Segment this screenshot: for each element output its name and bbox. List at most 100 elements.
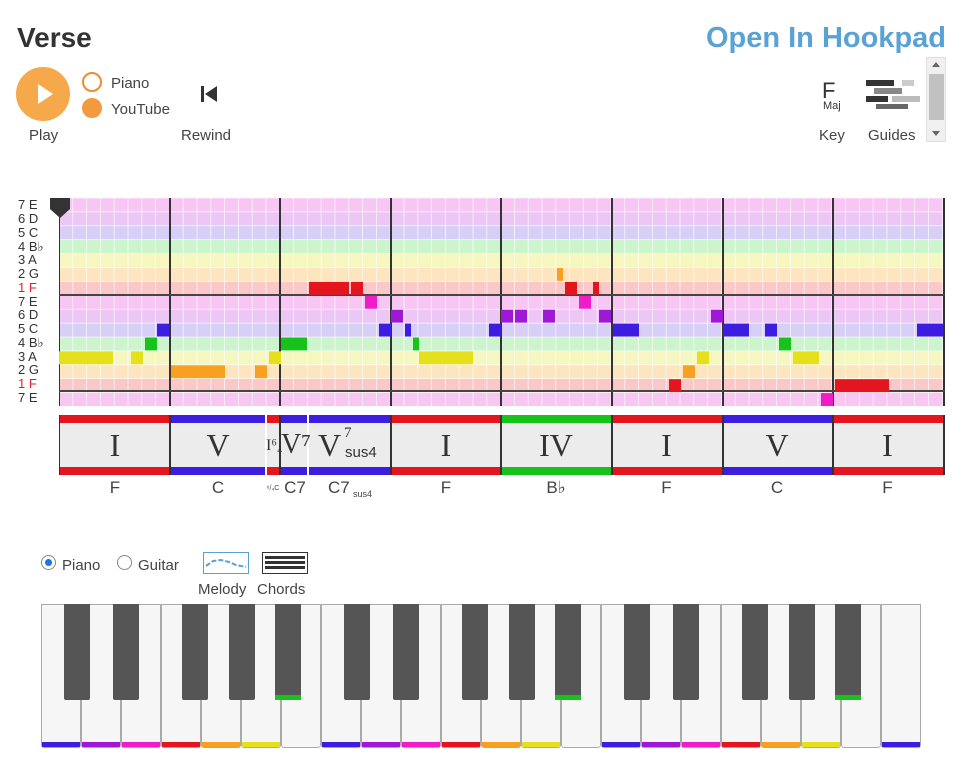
chord-name-sub: sus4 bbox=[353, 489, 373, 499]
chord-roman[interactable]: V bbox=[170, 427, 266, 464]
black-key[interactable] bbox=[344, 604, 370, 700]
measure-line bbox=[169, 198, 171, 406]
key-degree-strip bbox=[522, 742, 560, 747]
rewind-icon[interactable] bbox=[201, 85, 219, 103]
melody-note[interactable] bbox=[413, 337, 419, 351]
chord-color-bar bbox=[266, 415, 280, 423]
piano-roll[interactable] bbox=[58, 197, 945, 407]
melody-note[interactable] bbox=[557, 268, 563, 281]
row-label: 7 E bbox=[18, 390, 38, 405]
chord-roman[interactable]: I bbox=[611, 427, 722, 464]
melody-view-icon[interactable] bbox=[203, 552, 249, 574]
black-key[interactable] bbox=[789, 604, 815, 700]
black-key[interactable] bbox=[182, 604, 208, 700]
measure-line bbox=[500, 198, 502, 406]
melody-note[interactable] bbox=[779, 337, 791, 351]
melody-note[interactable] bbox=[281, 337, 307, 351]
black-key[interactable] bbox=[229, 604, 255, 700]
melody-note[interactable] bbox=[821, 393, 833, 406]
rewind-label: Rewind bbox=[181, 127, 232, 144]
row-label: 7 E bbox=[18, 197, 38, 212]
black-key[interactable] bbox=[673, 604, 699, 700]
melody-note[interactable] bbox=[419, 351, 473, 365]
black-key[interactable] bbox=[624, 604, 650, 700]
melody-note[interactable] bbox=[59, 351, 113, 365]
chord-roman[interactable]: I bbox=[391, 427, 501, 464]
melody-note[interactable] bbox=[599, 309, 611, 323]
melody-note[interactable] bbox=[131, 351, 143, 365]
melody-note[interactable] bbox=[171, 365, 225, 379]
chord-color-bar bbox=[59, 415, 170, 423]
melody-note[interactable] bbox=[793, 351, 819, 365]
melody-note[interactable] bbox=[723, 323, 749, 337]
black-key[interactable] bbox=[509, 604, 535, 700]
melody-note[interactable] bbox=[579, 295, 591, 309]
key-degree-strip bbox=[242, 742, 280, 747]
key-degree-strip bbox=[442, 742, 480, 747]
melody-note[interactable] bbox=[515, 309, 527, 323]
melody-note[interactable] bbox=[405, 323, 411, 337]
scroll-up-icon[interactable] bbox=[932, 62, 940, 67]
black-key[interactable] bbox=[275, 604, 301, 700]
black-key[interactable] bbox=[64, 604, 90, 700]
chord-roman[interactable]: V bbox=[722, 427, 832, 464]
song-section-title: Verse bbox=[17, 22, 92, 53]
measure-line bbox=[58, 198, 60, 406]
chord-name-c7sus4: C7 sus4 bbox=[328, 478, 372, 499]
melody-note[interactable] bbox=[489, 323, 501, 337]
chord-roman[interactable]: I⁶₄ bbox=[266, 437, 282, 455]
chord-roman[interactable]: I bbox=[832, 427, 943, 464]
melody-note[interactable] bbox=[145, 337, 157, 351]
black-key[interactable] bbox=[555, 604, 581, 700]
melody-note[interactable] bbox=[697, 351, 709, 365]
melody-note[interactable] bbox=[835, 379, 889, 393]
piano-roll-grid[interactable] bbox=[58, 197, 945, 407]
white-key[interactable] bbox=[881, 604, 921, 748]
melody-note[interactable] bbox=[309, 281, 349, 295]
playhead-marker[interactable] bbox=[49, 197, 71, 219]
instrument-guitar-radio[interactable] bbox=[117, 555, 132, 570]
scroll-thumb[interactable] bbox=[929, 74, 944, 120]
melody-note[interactable] bbox=[379, 323, 391, 337]
guides-icon[interactable] bbox=[866, 76, 920, 112]
row-label: 2 G bbox=[18, 266, 39, 281]
melody-note[interactable] bbox=[157, 323, 169, 337]
chord-name: F bbox=[440, 478, 452, 497]
chord-roman[interactable]: IV bbox=[501, 427, 611, 464]
melody-note[interactable] bbox=[543, 309, 555, 323]
black-key[interactable] bbox=[393, 604, 419, 700]
melody-note[interactable] bbox=[669, 379, 681, 393]
melody-note[interactable] bbox=[683, 365, 695, 379]
melody-note[interactable] bbox=[613, 323, 639, 337]
chords-view-icon[interactable] bbox=[262, 552, 308, 574]
instrument-piano-radio[interactable] bbox=[41, 555, 56, 570]
controls-scrollbar[interactable] bbox=[926, 57, 946, 142]
scroll-down-icon[interactable] bbox=[932, 131, 940, 136]
chord-roman[interactable]: I bbox=[60, 427, 170, 464]
melody-note[interactable] bbox=[351, 281, 363, 295]
melody-note[interactable] bbox=[765, 323, 777, 337]
key-degree-strip bbox=[82, 742, 120, 747]
melody-note[interactable] bbox=[711, 309, 723, 323]
melody-note[interactable] bbox=[501, 309, 513, 323]
melody-note[interactable] bbox=[391, 309, 403, 323]
play-button[interactable] bbox=[16, 67, 70, 121]
melody-note[interactable] bbox=[917, 323, 943, 337]
open-in-hookpad-link[interactable]: Open In Hookpad bbox=[706, 22, 946, 55]
melody-note[interactable] bbox=[565, 281, 577, 295]
sound-option-youtube[interactable] bbox=[82, 98, 102, 118]
black-key[interactable] bbox=[462, 604, 488, 700]
chord-roman[interactable]: V⁷ bbox=[281, 429, 311, 461]
sound-option-piano[interactable] bbox=[82, 72, 102, 92]
chord-color-bar bbox=[170, 415, 266, 423]
melody-note[interactable] bbox=[593, 281, 599, 295]
melody-note[interactable] bbox=[269, 351, 281, 365]
black-key[interactable] bbox=[742, 604, 768, 700]
melody-note[interactable] bbox=[365, 295, 377, 309]
chord-roman-vsus4[interactable]: V 7 sus4 bbox=[318, 425, 377, 464]
melody-note[interactable] bbox=[255, 365, 267, 379]
black-key[interactable] bbox=[113, 604, 139, 700]
black-key[interactable] bbox=[835, 604, 861, 700]
key-degree-strip bbox=[682, 742, 720, 747]
key-mode: Maj bbox=[823, 100, 841, 112]
